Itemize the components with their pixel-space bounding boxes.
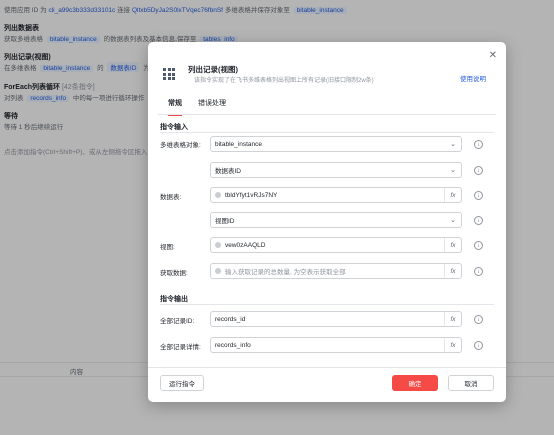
view-id-value: vew0zAAQLD bbox=[225, 241, 266, 249]
records-info-input[interactable]: records_info fx bbox=[210, 337, 462, 353]
table-label: 数据表: bbox=[160, 194, 182, 201]
records-id-value: records_id bbox=[215, 315, 246, 323]
fx-button[interactable]: fx bbox=[444, 238, 461, 252]
instruction-dialog: ✕ 列出记录(视图) 该指令实现了在飞书多维表格列出视图上所有记录(旧接口限制2… bbox=[148, 42, 506, 402]
dialog-title: 列出记录(视图) bbox=[188, 65, 238, 74]
bitable-label: 多维表格对象: bbox=[160, 142, 201, 149]
bitable-value: bitable_instance bbox=[215, 140, 262, 148]
view-label: 视图: bbox=[160, 244, 175, 251]
chevron-down-icon: ⌄ bbox=[450, 217, 456, 224]
divider bbox=[148, 367, 506, 368]
fx-button[interactable]: fx bbox=[444, 264, 461, 278]
variable-icon bbox=[215, 268, 221, 274]
fx-button[interactable]: fx bbox=[444, 188, 461, 202]
info-icon[interactable]: i bbox=[474, 216, 483, 225]
info-icon[interactable]: i bbox=[474, 140, 483, 149]
chevron-down-icon: ⌄ bbox=[450, 141, 456, 148]
table-id-value: tbldYfyt1vRJs7NY bbox=[225, 191, 278, 199]
count-label: 获取数据: bbox=[160, 270, 188, 277]
variable-icon bbox=[215, 192, 221, 198]
count-placeholder: 输入获取记录的总数量, 为空表示获取全部 bbox=[225, 269, 346, 276]
confirm-button[interactable]: 确定 bbox=[392, 375, 438, 391]
input-section-title: 指令输入 bbox=[160, 124, 188, 131]
divider bbox=[160, 132, 494, 133]
variable-icon bbox=[215, 242, 221, 248]
records-id-label: 全部记录ID: bbox=[160, 318, 195, 325]
view-id-select-value: 视图ID bbox=[215, 218, 235, 225]
count-input[interactable]: 输入获取记录的总数量, 为空表示获取全部 fx bbox=[210, 263, 462, 279]
info-icon[interactable]: i bbox=[474, 341, 483, 350]
info-icon[interactable]: i bbox=[474, 241, 483, 250]
info-icon[interactable]: i bbox=[474, 315, 483, 324]
help-link[interactable]: 使用说明 bbox=[460, 73, 486, 83]
fx-button[interactable]: fx bbox=[444, 312, 461, 326]
info-icon[interactable]: i bbox=[474, 166, 483, 175]
records-id-input[interactable]: records_id fx bbox=[210, 311, 462, 327]
dialog-subtitle: 该指令实现了在飞书多维表格列出视图上所有记录(旧接口限制2w条) bbox=[194, 78, 374, 84]
grid-icon bbox=[163, 68, 175, 80]
info-icon[interactable]: i bbox=[474, 267, 483, 276]
records-info-label: 全部记录详情: bbox=[160, 344, 201, 351]
divider bbox=[158, 114, 496, 115]
info-icon[interactable]: i bbox=[474, 191, 483, 200]
view-id-input[interactable]: vew0zAAQLD fx bbox=[210, 237, 462, 253]
output-section-title: 指令输出 bbox=[160, 296, 188, 303]
table-id-select[interactable]: 数据表ID ⌄ bbox=[210, 162, 462, 178]
cancel-button[interactable]: 取消 bbox=[448, 375, 494, 391]
divider bbox=[160, 304, 494, 305]
run-instruction-button[interactable]: 运行指令 bbox=[160, 375, 204, 391]
table-id-select-value: 数据表ID bbox=[215, 168, 241, 175]
table-id-input[interactable]: tbldYfyt1vRJs7NY fx bbox=[210, 187, 462, 203]
close-icon[interactable]: ✕ bbox=[489, 50, 497, 61]
records-info-value: records_info bbox=[215, 341, 251, 349]
fx-button[interactable]: fx bbox=[444, 338, 461, 352]
view-id-select[interactable]: 视图ID ⌄ bbox=[210, 212, 462, 228]
bitable-select[interactable]: bitable_instance ⌄ bbox=[210, 136, 462, 152]
chevron-down-icon: ⌄ bbox=[450, 167, 456, 174]
